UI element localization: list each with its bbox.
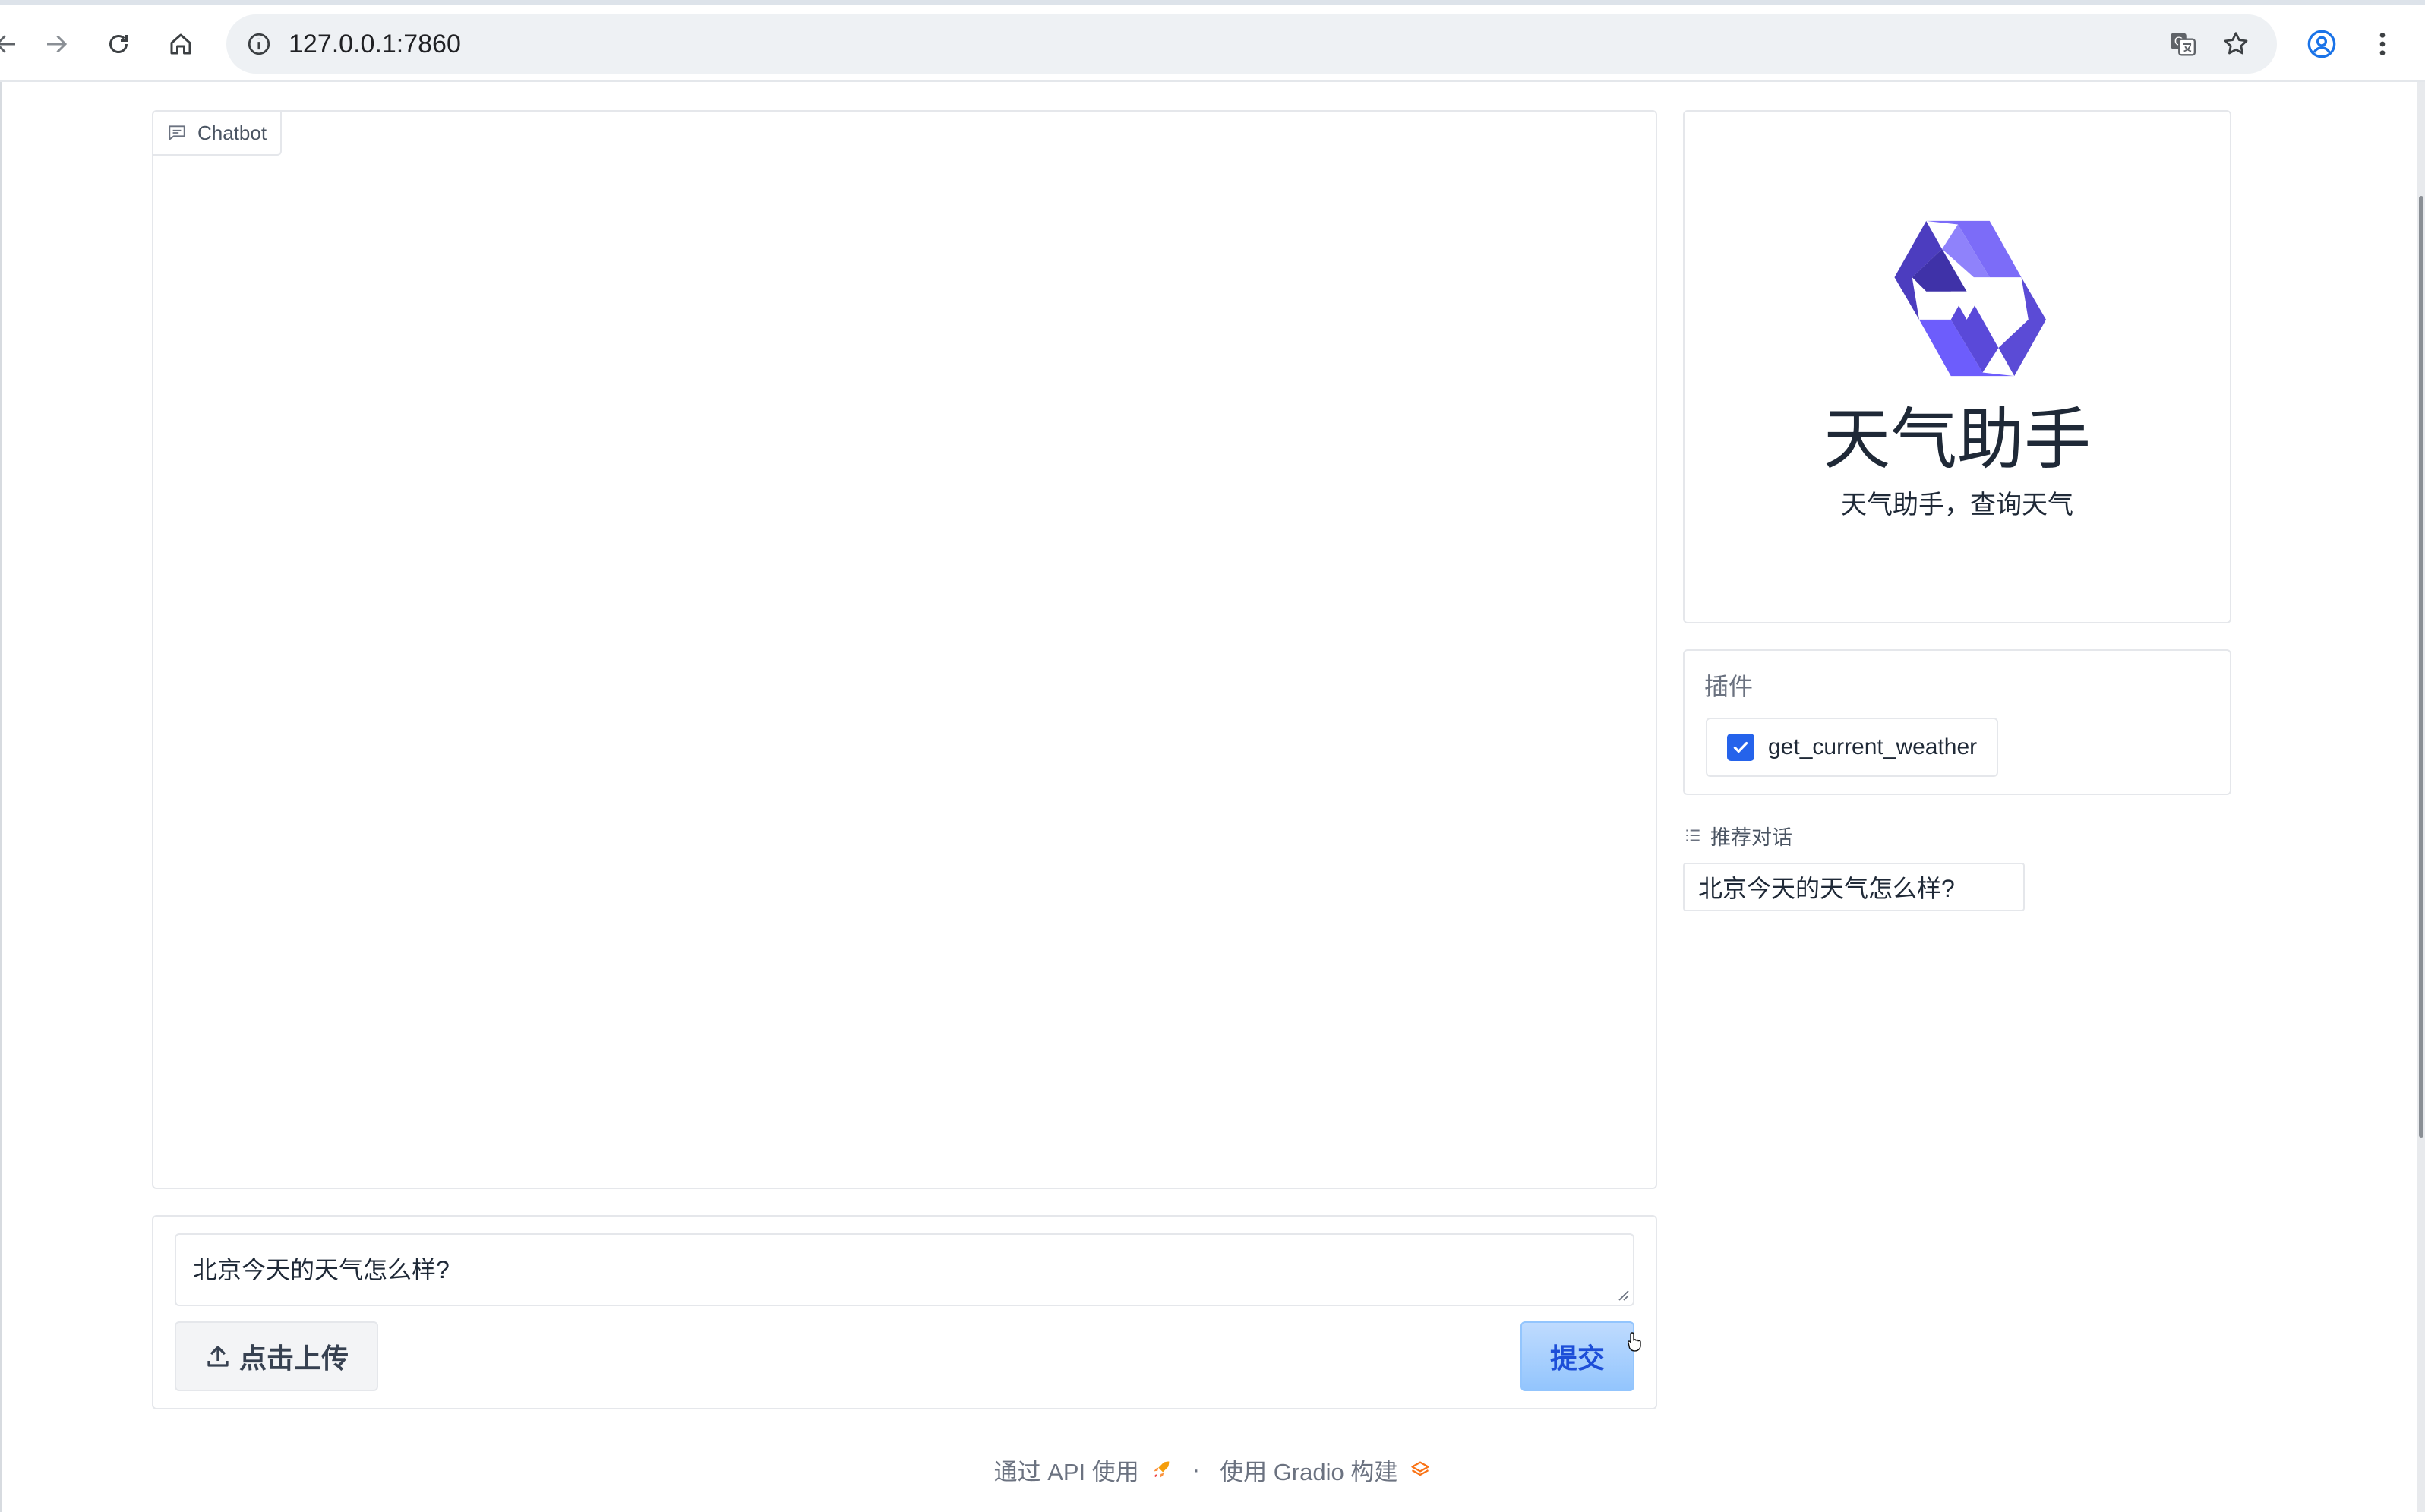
submit-button-label: 提交	[1549, 1343, 1605, 1374]
footer-separator: ·	[1192, 1456, 1201, 1482]
url-text[interactable]: 127.0.0.1:7860	[289, 14, 461, 74]
chatbot-panel: Chatbot	[152, 110, 1657, 1189]
plugins-title: 插件	[1704, 673, 1754, 700]
submit-button[interactable]: 提交	[1520, 1321, 1634, 1391]
api-link[interactable]: 通过 API 使用	[994, 1453, 1139, 1487]
qwen-logo-icon	[1894, 220, 2046, 377]
examples-header: 推荐对话	[1683, 820, 1792, 851]
gradio-link[interactable]: 使用 Gradio 构建	[1220, 1453, 1397, 1487]
chatbot-label: Chatbot	[153, 112, 283, 156]
profile-icon[interactable]	[2297, 20, 2346, 68]
hand-cursor-icon	[1628, 1332, 1641, 1352]
forward-icon[interactable]	[32, 20, 81, 68]
menu-kebab-icon[interactable]	[2358, 20, 2407, 68]
rocket-icon	[1154, 1461, 1170, 1478]
upload-icon	[207, 1346, 229, 1367]
plugin-label: get_current_weather	[1768, 734, 1978, 759]
list-icon	[1686, 829, 1700, 841]
site-info-icon[interactable]	[237, 22, 281, 66]
back-icon[interactable]	[0, 20, 30, 68]
chat-bubble-icon	[169, 125, 185, 140]
message-input[interactable]: 北京今天的天气怎么样?	[175, 1233, 1634, 1306]
footer: 通过 API 使用 · 使用 Gradio 构建	[0, 1450, 2425, 1488]
home-icon[interactable]	[156, 20, 205, 68]
resize-handle-icon[interactable]	[1615, 1286, 1630, 1302]
message-input-value[interactable]: 北京今天的天气怎么样?	[193, 1235, 450, 1305]
example-prompt[interactable]: 北京今天的天气怎么样?	[1683, 863, 2025, 911]
checkbox-checked-icon[interactable]	[1727, 734, 1754, 761]
upload-button[interactable]: 点击上传	[175, 1321, 378, 1391]
address-bar[interactable]: 127.0.0.1:7860 G	[226, 14, 2277, 74]
agent-description: 天气助手，查询天气	[1841, 491, 2073, 519]
agent-profile-card: 天气助手 天气助手，查询天气	[1683, 110, 2231, 623]
plugins-panel: 插件 get_current_weather	[1683, 649, 2231, 795]
upload-button-label: 点击上传	[238, 1343, 349, 1374]
left-window-edge	[0, 82, 2, 1512]
agent-name: 天气助手	[1823, 402, 2091, 477]
scrollbar-thumb[interactable]	[2419, 196, 2423, 1138]
message-input-panel: 北京今天的天气怎么样? 点击上传 提交	[152, 1215, 1657, 1409]
browser-toolbar: 127.0.0.1:7860 G	[0, 5, 2425, 82]
gradio-logo-icon	[1411, 1461, 1430, 1476]
bookmark-star-icon[interactable]	[2215, 23, 2257, 65]
examples-title: 推荐对话	[1710, 825, 1792, 849]
plugin-checkbox-item[interactable]: get_current_weather	[1706, 718, 1999, 777]
reload-icon[interactable]	[94, 20, 143, 68]
page-scrollbar[interactable]	[2417, 82, 2425, 1512]
translate-icon[interactable]: G	[2161, 23, 2204, 65]
chatbot-label-text: Chatbot	[197, 121, 267, 144]
